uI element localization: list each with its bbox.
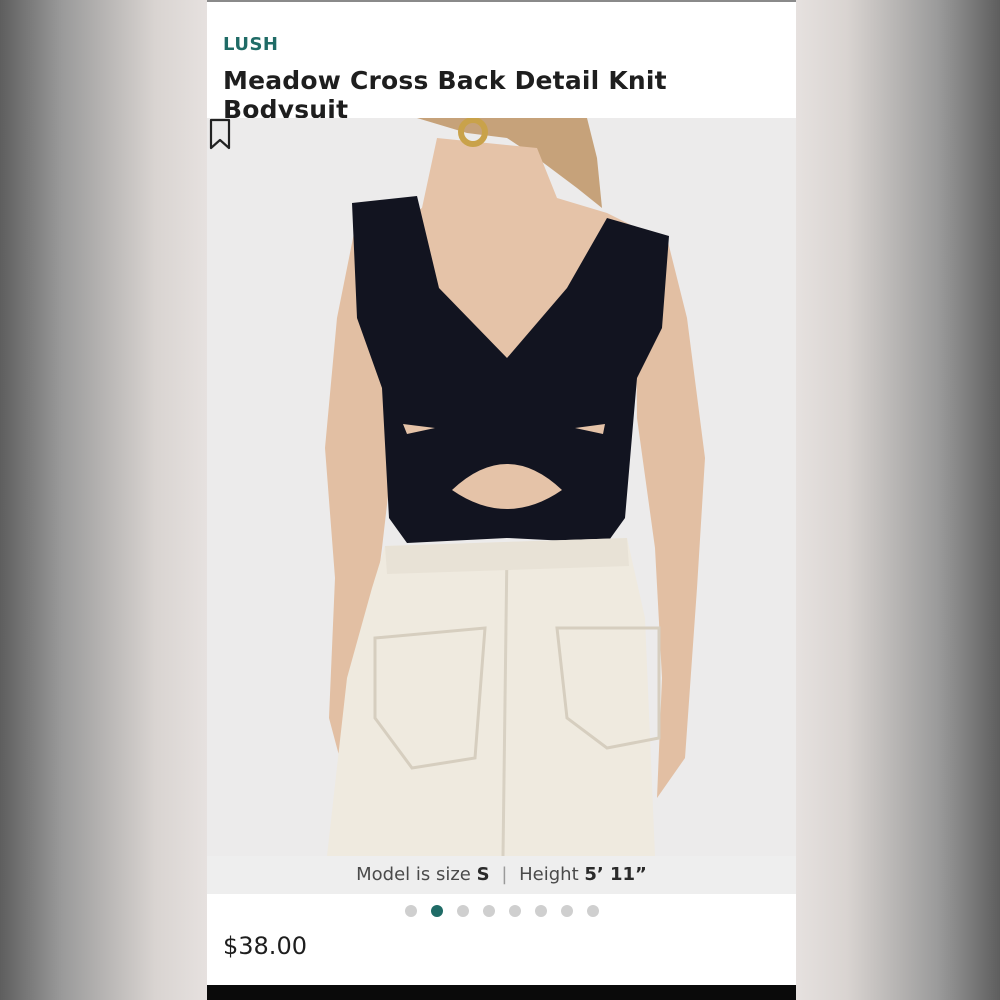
- model-height-label: Height: [519, 864, 579, 885]
- model-info-bar: Model is size S | Height 5’ 11”: [207, 856, 796, 894]
- brand-name[interactable]: LUSH: [223, 34, 278, 55]
- bottom-bar: [207, 985, 796, 1000]
- background-right: [796, 0, 1000, 1000]
- carousel-dot[interactable]: [430, 905, 443, 917]
- background-left: [0, 0, 207, 1000]
- product-title: Meadow Cross Back Detail Knit Bodysuit: [223, 66, 667, 124]
- product-photo-illustration: [325, 118, 705, 856]
- bookmark-icon[interactable]: [207, 118, 233, 150]
- product-card: LUSH Meadow Cross Back Detail Knit Bodys…: [207, 2, 796, 985]
- carousel-dot[interactable]: [508, 905, 521, 917]
- product-image[interactable]: [207, 118, 796, 856]
- product-price: $38.00: [223, 932, 307, 960]
- separator: |: [501, 864, 508, 885]
- carousel-dot[interactable]: [586, 905, 599, 917]
- model-size-label: Model is size: [356, 864, 471, 885]
- carousel-dot[interactable]: [534, 905, 547, 917]
- model-size-value: S: [476, 864, 490, 885]
- carousel-dot[interactable]: [404, 905, 417, 917]
- carousel-dots: [207, 905, 796, 919]
- carousel-dot[interactable]: [482, 905, 495, 917]
- carousel-dot[interactable]: [456, 905, 469, 917]
- carousel-dot[interactable]: [560, 905, 573, 917]
- model-height-value: 5’ 11”: [584, 864, 647, 885]
